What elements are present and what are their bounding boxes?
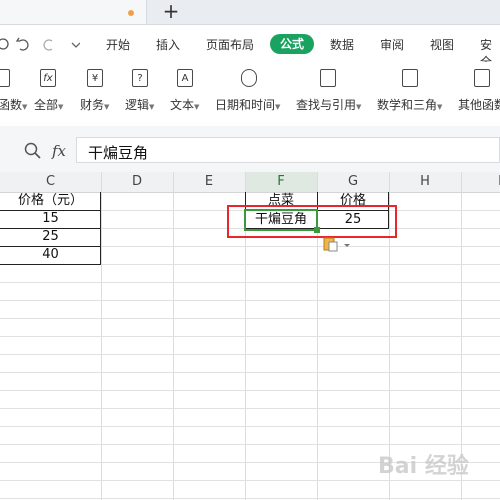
gridline xyxy=(0,480,500,481)
column-header-i[interactable]: I xyxy=(461,172,500,192)
gridline xyxy=(0,336,500,337)
group-more-label[interactable]: 其他函数 xyxy=(458,96,500,113)
new-tab-plus-icon[interactable]: + xyxy=(160,0,182,24)
quick-access-toolbar xyxy=(0,37,80,51)
column-header-h[interactable]: H xyxy=(389,172,461,192)
group-finance-label[interactable]: 财务▼ xyxy=(80,96,109,113)
cell-c-value[interactable]: 40 xyxy=(0,246,101,264)
column-header-f[interactable]: F xyxy=(245,172,317,192)
tab-insert[interactable]: 插入 xyxy=(156,36,180,53)
more-functions-icon[interactable] xyxy=(474,69,490,87)
cell-border xyxy=(0,246,101,247)
gridline xyxy=(0,498,500,499)
fx-icon[interactable]: fx xyxy=(52,142,66,160)
tab-formula[interactable]: 公式 xyxy=(270,34,314,54)
document-tab[interactable] xyxy=(0,0,147,24)
column-header-g[interactable]: G xyxy=(317,172,389,192)
clock-icon[interactable] xyxy=(241,69,257,87)
unsaved-dot-icon xyxy=(128,10,134,16)
cell-border xyxy=(0,228,101,229)
tab-review[interactable]: 审阅 xyxy=(380,36,404,53)
chevron-down-icon[interactable] xyxy=(71,42,80,48)
group-logic-label[interactable]: 逻辑▼ xyxy=(125,96,154,113)
tab-view[interactable]: 视图 xyxy=(430,36,454,53)
column-header-e[interactable]: E xyxy=(173,172,245,192)
watermark-logo: Bai 经验 xyxy=(378,454,469,479)
gridline xyxy=(0,426,500,427)
gridline xyxy=(0,372,500,373)
highlight-annotation-box xyxy=(227,205,397,238)
lookup-icon[interactable] xyxy=(320,69,336,87)
tab-home[interactable]: 开始 xyxy=(106,36,130,53)
zoom-icon[interactable] xyxy=(24,142,42,160)
group-function-label[interactable]: 函数▼ xyxy=(0,96,27,113)
search-quick-icon[interactable] xyxy=(0,38,9,50)
cell-c-value[interactable]: 15 xyxy=(0,210,101,228)
gridline xyxy=(0,300,500,301)
finance-icon[interactable]: ¥ xyxy=(87,69,103,87)
tab-data[interactable]: 数据 xyxy=(330,36,354,53)
undo-icon[interactable] xyxy=(19,39,29,51)
cell-c-header[interactable]: 价格（元） xyxy=(0,192,101,210)
gridline xyxy=(0,354,500,355)
formula-value: 干煸豆角 xyxy=(88,144,149,162)
sum-icon[interactable]: fx xyxy=(40,69,56,87)
paste-options-icon[interactable] xyxy=(323,236,353,252)
group-all-label[interactable]: 全部▼ xyxy=(34,96,63,113)
column-header-c[interactable]: C xyxy=(0,172,101,192)
cell-c-value[interactable]: 25 xyxy=(0,228,101,246)
redo-icon[interactable] xyxy=(43,39,53,51)
group-lookup-label[interactable]: 查找与引用▼ xyxy=(296,96,361,113)
tab-page-layout[interactable]: 页面布局 xyxy=(206,36,254,53)
group-text-label[interactable]: 文本▼ xyxy=(170,96,199,113)
cell-border xyxy=(100,192,101,265)
group-datetime-label[interactable]: 日期和时间▼ xyxy=(215,96,280,113)
math-icon[interactable] xyxy=(402,69,418,87)
group-math-label[interactable]: 数学和三角▼ xyxy=(377,96,442,113)
gridline xyxy=(0,444,500,445)
gridline xyxy=(0,408,500,409)
text-icon[interactable]: A xyxy=(177,69,193,87)
logic-icon[interactable]: ? xyxy=(132,69,148,87)
cell-border xyxy=(0,264,101,265)
gridline xyxy=(0,318,500,319)
gridline xyxy=(0,390,500,391)
gridline xyxy=(0,282,500,283)
column-header-d[interactable]: D xyxy=(101,172,173,192)
function-icon[interactable] xyxy=(0,69,10,87)
cell-border xyxy=(0,210,101,211)
